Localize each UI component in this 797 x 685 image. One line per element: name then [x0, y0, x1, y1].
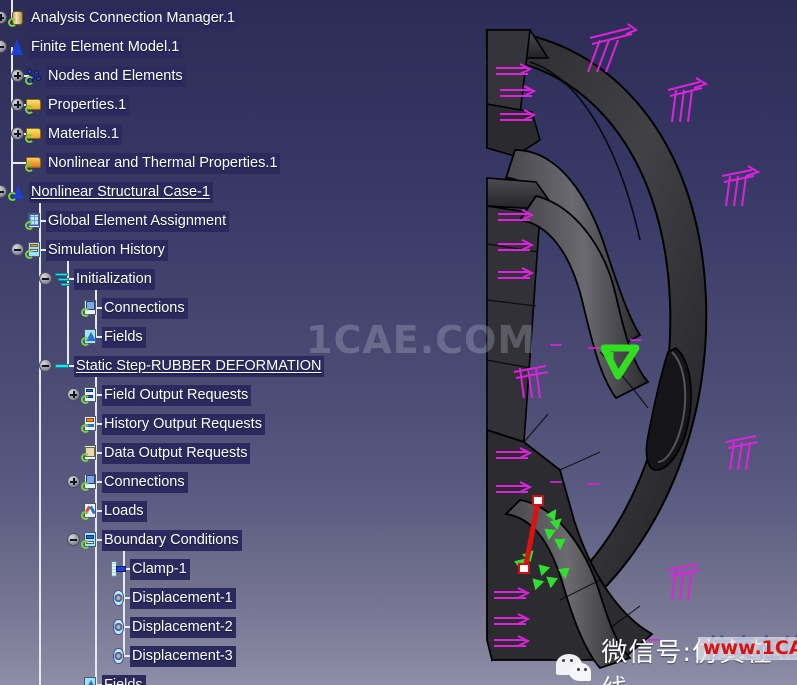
tree-node-label: Fields — [102, 326, 146, 348]
data-output-icon — [81, 444, 99, 462]
mesh-page-icon — [25, 212, 43, 230]
tree-node-label: Finite Element Model.1 — [29, 36, 183, 58]
tree-expander-boundary-conditions[interactable] — [67, 533, 80, 546]
tree-expander-field-output-requests[interactable] — [67, 388, 80, 401]
cyan-bar-icon — [53, 357, 71, 375]
application-window: 1CAE.COM 微信号:仿真在线 仿真在线 www.1CAE.com — [0, 0, 797, 685]
tree-expander-nodes-and-elements[interactable] — [11, 69, 24, 82]
nodes-dots-icon — [25, 67, 43, 85]
displacement-icon — [109, 647, 127, 665]
tree-node-analysis-connection-manager[interactable]: Analysis Connection Manager.1 — [8, 6, 238, 30]
measure-endpoint-bottom — [518, 563, 530, 574]
tree-node-history-output-requests[interactable]: History Output Requests — [81, 412, 265, 436]
tree-node-connections-step[interactable]: Connections — [81, 470, 188, 494]
tree-node-finite-element-model[interactable]: Finite Element Model.1 — [8, 35, 183, 59]
orange-folder-icon — [25, 154, 43, 172]
tree-node-connections-init[interactable]: Connections — [81, 296, 188, 320]
tree-node-nonlinear-thermal-properties[interactable]: Nonlinear and Thermal Properties.1 — [25, 151, 281, 175]
yellow-folder-icon — [25, 96, 43, 114]
tree-node-data-output-requests[interactable]: Data Output Requests — [81, 441, 251, 465]
tree-node-displacement-2[interactable]: Displacement-2 — [109, 615, 236, 639]
tree-node-label: Analysis Connection Manager.1 — [29, 7, 238, 29]
cylinder-spiral-icon — [8, 9, 26, 27]
tree-node-label: Displacement-2 — [130, 616, 236, 638]
fields-page-icon — [81, 328, 99, 346]
tree-expander-connections-step[interactable] — [67, 475, 80, 488]
displacement-icon — [109, 618, 127, 636]
tree-expander-static-step-rubber[interactable] — [39, 359, 52, 372]
tree-node-label: Field Output Requests — [102, 384, 252, 406]
tree-node-label: Connections — [102, 297, 188, 319]
tree-node-field-output-requests[interactable]: Field Output Requests — [81, 383, 252, 407]
load-arrow-cluster-right-bottom — [667, 563, 701, 601]
load-arrow-cluster-right-low — [725, 435, 759, 471]
tree-node-label: Simulation History — [46, 239, 168, 261]
connections-page-icon — [81, 473, 99, 491]
tree-node-label: Global Element Assignment — [46, 210, 230, 232]
tree-node-label: Displacement-3 — [130, 645, 236, 667]
case-cone-icon — [8, 183, 26, 201]
tree-expander-simulation-history[interactable] — [11, 243, 24, 256]
tree-node-label: Static Step-RUBBER DEFORMATION — [74, 355, 325, 377]
tree-node-label: Initialization — [74, 268, 155, 290]
tree-expander-properties[interactable] — [11, 98, 24, 111]
tree-node-label: Displacement-1 — [130, 587, 236, 609]
step-bar-icon — [53, 270, 71, 288]
yellow-folder-icon — [25, 125, 43, 143]
tree-node-properties[interactable]: Properties.1 — [25, 93, 130, 117]
fields-page-icon — [81, 676, 99, 685]
tree-node-label: Nonlinear and Thermal Properties.1 — [46, 152, 281, 174]
tree-node-label: Connections — [102, 471, 188, 493]
specification-tree[interactable]: Analysis Connection Manager.1 Finite Elem… — [0, 0, 470, 685]
field-output-icon — [81, 386, 99, 404]
tree-node-label: Data Output Requests — [102, 442, 251, 464]
measure-endpoint-top — [532, 495, 544, 506]
tree-node-global-element-assignment[interactable]: Global Element Assignment — [25, 209, 230, 233]
blue-cone-icon — [8, 38, 26, 56]
displacement-icon — [109, 589, 127, 607]
tree-node-label: Loads — [102, 500, 147, 522]
tree-node-label: History Output Requests — [102, 413, 265, 435]
tree-node-nodes-and-elements[interactable]: Nodes and Elements — [25, 64, 186, 88]
loads-icon — [81, 502, 99, 520]
history-output-icon — [81, 415, 99, 433]
tree-node-initialization[interactable]: Initialization — [53, 267, 155, 291]
tree-expander-initialization[interactable] — [39, 272, 52, 285]
tree-node-boundary-conditions[interactable]: Boundary Conditions — [81, 528, 242, 552]
tree-node-clamp-1[interactable]: Clamp-1 — [109, 557, 190, 581]
tree-node-displacement-3[interactable]: Displacement-3 — [109, 644, 236, 668]
tree-expander-materials[interactable] — [11, 127, 24, 140]
tree-node-nonlinear-structural-case[interactable]: Nonlinear Structural Case-1 — [8, 180, 213, 204]
connections-page-icon — [81, 299, 99, 317]
history-page-icon — [25, 241, 43, 259]
boundary-conditions-icon — [81, 531, 99, 549]
load-arrow-cluster-right-upper — [667, 77, 709, 123]
tree-node-label: Boundary Conditions — [102, 529, 242, 551]
model-upper-block-lower — [486, 103, 541, 157]
tree-node-label: Properties.1 — [46, 94, 130, 116]
tree-node-label: Clamp-1 — [130, 558, 190, 580]
tree-node-materials[interactable]: Materials.1 — [25, 122, 122, 146]
tree-node-label: Nodes and Elements — [46, 65, 186, 87]
tree-node-label: Nonlinear Structural Case-1 — [29, 181, 213, 203]
tree-node-label: Materials.1 — [46, 123, 122, 145]
tree-node-simulation-history[interactable]: Simulation History — [25, 238, 168, 262]
tree-node-fields-init[interactable]: Fields — [81, 325, 146, 349]
tree-node-fields-step[interactable]: Fields — [81, 673, 146, 685]
tree-node-label: Fields — [102, 674, 146, 685]
tree-node-static-step-rubber[interactable]: Static Step-RUBBER DEFORMATION — [53, 354, 325, 378]
tree-node-loads[interactable]: Loads — [81, 499, 147, 523]
clamp-icon — [109, 560, 127, 578]
load-arrow-cluster-right-mid — [721, 165, 761, 207]
model-lower-block-face — [486, 205, 541, 444]
tree-node-displacement-1[interactable]: Displacement-1 — [109, 586, 236, 610]
